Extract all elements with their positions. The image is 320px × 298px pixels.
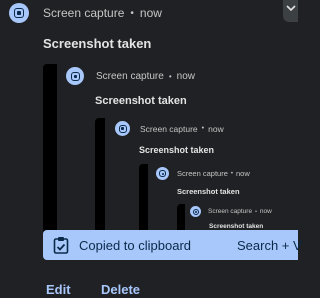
app-name: Screen capture <box>208 208 253 215</box>
screen-capture-icon <box>9 3 29 23</box>
expand-toggle[interactable] <box>283 0 298 22</box>
screen-capture-icon <box>190 206 201 217</box>
app-name: Screen capture <box>43 6 125 20</box>
screen-capture-icon <box>66 67 84 85</box>
preview-header: Screen capture • now <box>115 120 224 137</box>
chevron-down-icon <box>286 5 296 12</box>
preview-title: Screenshot taken <box>95 95 187 107</box>
clipboard-banner: Copied to clipboard Search + V <box>43 230 302 260</box>
screenshot-preview <box>95 118 105 233</box>
preview-title: Screenshot taken <box>209 223 264 230</box>
header-separator: • <box>168 71 172 81</box>
clipboard-check-icon <box>53 237 69 254</box>
delete-button[interactable]: Delete <box>101 282 140 297</box>
header-separator: • <box>130 7 134 19</box>
screen-capture-icon <box>115 121 130 136</box>
app-name: Screen capture <box>140 123 198 134</box>
notification-header: Screen capture • now <box>9 2 162 24</box>
screenshot-preview <box>139 164 148 234</box>
screenshot-preview[interactable] <box>43 64 57 234</box>
clipboard-message: Copied to clipboard <box>79 237 192 253</box>
paste-shortcut: Search + V <box>237 237 302 253</box>
header-separator: • <box>201 125 205 132</box>
preview-header: Screen capture • now <box>66 66 195 86</box>
preview-title: Screenshot taken <box>139 145 215 155</box>
screen-capture-icon <box>156 167 169 180</box>
preview-title: Screenshot taken <box>177 187 240 196</box>
app-name: Screen capture <box>177 169 228 178</box>
preview-header: Screen capture • now <box>156 166 250 181</box>
app-name: Screen capture <box>96 70 164 82</box>
timestamp: now <box>259 208 272 215</box>
preview-header: Screen capture • now <box>190 205 272 218</box>
header-separator: • <box>230 170 233 177</box>
timestamp: now <box>139 6 162 20</box>
edit-button[interactable]: Edit <box>46 282 71 297</box>
timestamp: now <box>176 70 195 82</box>
timestamp: now <box>235 169 250 178</box>
timestamp: now <box>208 123 224 134</box>
notification-title: Screenshot taken <box>43 36 152 51</box>
header-separator: • <box>255 208 257 215</box>
